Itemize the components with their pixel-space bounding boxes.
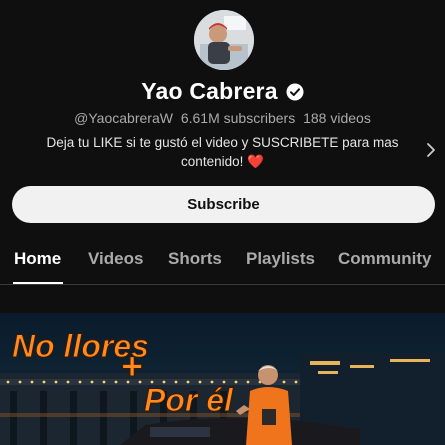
featured-video-thumbnail[interactable]: No llores + Por él — [0, 313, 445, 445]
tab-home[interactable]: Home — [14, 249, 61, 269]
channel-tabs: Home Videos Shorts Playlists Community — [0, 240, 445, 285]
channel-description[interactable]: Deja tu LIKE si te gustó el video y SUSC… — [30, 133, 415, 171]
active-tab-indicator — [13, 282, 63, 284]
channel-avatar[interactable] — [194, 10, 254, 70]
description-text: Deja tu LIKE si te gustó el video y SUSC… — [46, 135, 399, 169]
featured-title-plus: + — [121, 346, 143, 388]
channel-handle: @YaocabreraW — [74, 110, 173, 126]
tab-community[interactable]: Community — [338, 249, 432, 269]
tab-shorts[interactable]: Shorts — [168, 249, 222, 269]
tab-videos[interactable]: Videos — [88, 249, 143, 269]
subscriber-count: 6.61M subscribers — [180, 110, 296, 126]
subscribe-button[interactable]: Subscribe — [12, 186, 435, 223]
verified-check-icon — [286, 83, 304, 101]
featured-title-line2: Por él — [144, 382, 234, 418]
chevron-right-icon[interactable] — [423, 142, 439, 158]
channel-meta: @YaocabreraW 6.61M subscribers 188 video… — [0, 110, 445, 126]
tab-playlists[interactable]: Playlists — [246, 249, 315, 269]
video-count: 188 videos — [303, 110, 371, 126]
channel-name: Yao Cabrera — [141, 78, 278, 104]
heart-emoji-icon: ❤️ — [247, 154, 264, 169]
